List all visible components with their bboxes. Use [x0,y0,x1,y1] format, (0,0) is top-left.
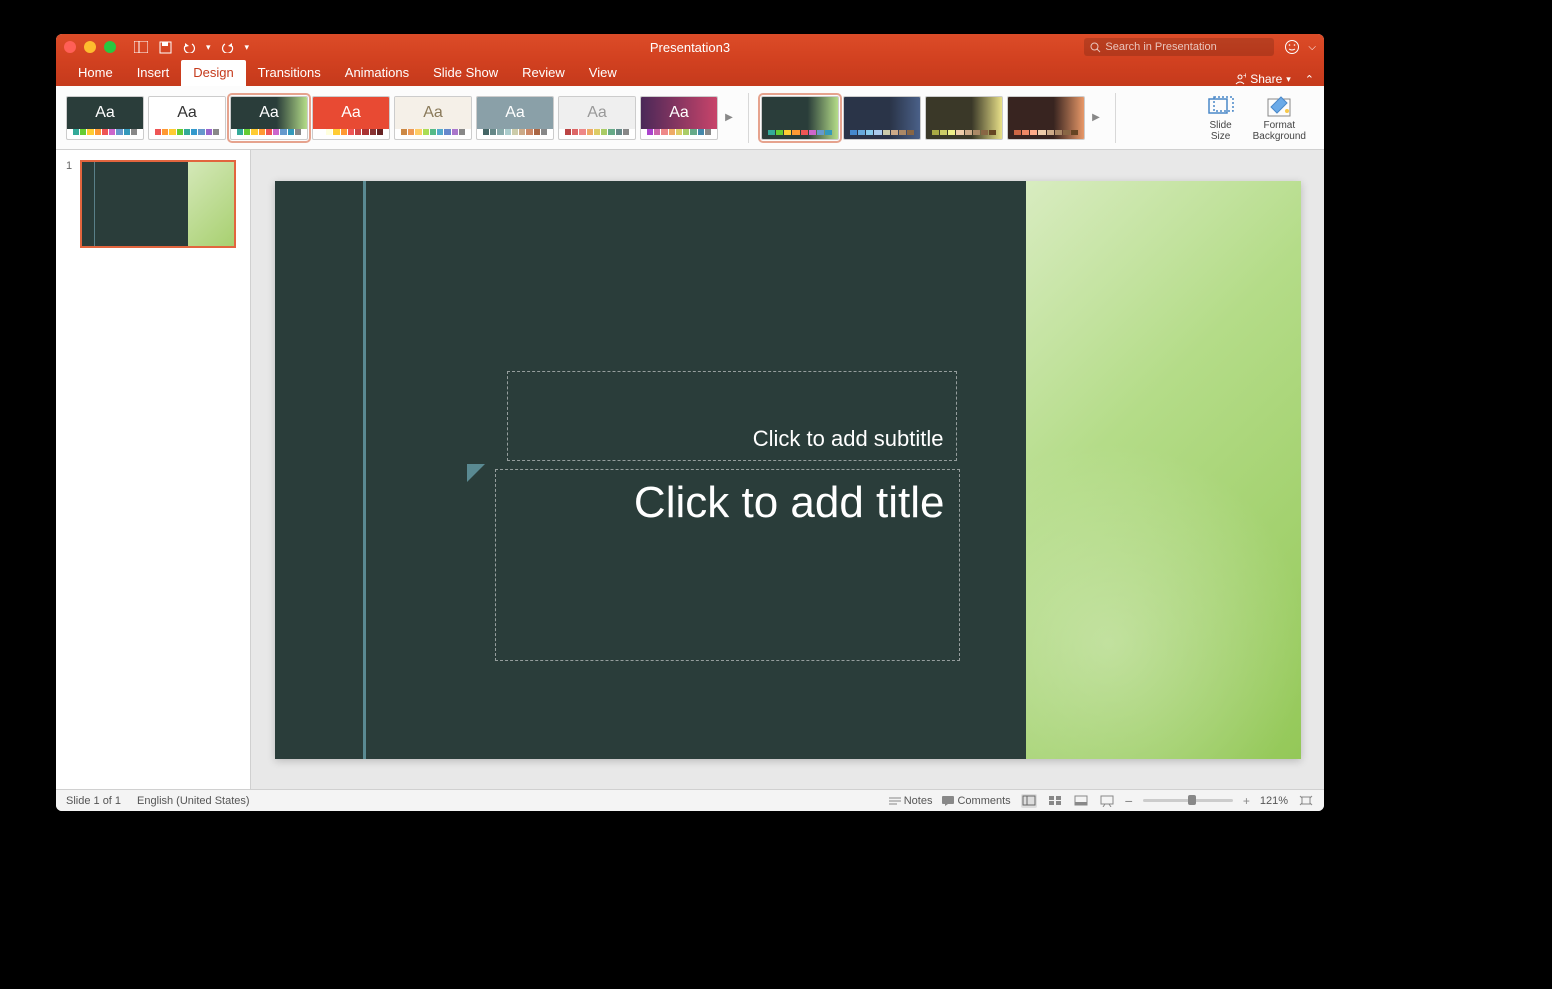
ribbon-divider [1115,93,1116,143]
status-bar: Slide 1 of 1 English (United States) Not… [56,789,1324,811]
slide-size-icon [1207,94,1235,118]
theme-option[interactable]: Aa [394,96,472,140]
tab-home[interactable]: Home [66,60,125,86]
quick-access-toolbar: ▾ ▾ [134,40,249,54]
theme-option[interactable]: Aa [476,96,554,140]
notes-icon [889,796,901,806]
ribbon-divider [748,93,749,143]
editor-body: 1 Click to add subtitle Click to add tit… [56,150,1324,789]
redo-icon[interactable] [221,40,235,54]
slide-thumbnail[interactable]: 1 [56,160,250,248]
reading-view-button[interactable] [1073,794,1089,808]
svg-text:+: + [1243,73,1246,80]
normal-view-button[interactable] [1021,794,1037,808]
close-window-button[interactable] [64,41,76,53]
format-background-icon [1265,94,1293,118]
tab-slide-show[interactable]: Slide Show [421,60,510,86]
theme-option[interactable]: Aa [640,96,718,140]
slide-vertical-line [363,181,366,759]
zoom-out-button[interactable]: − [1125,793,1133,809]
tab-animations[interactable]: Animations [333,60,421,86]
share-icon: + [1234,73,1246,85]
title-placeholder[interactable]: Click to add title [495,469,960,661]
tab-transitions[interactable]: Transitions [246,60,333,86]
variants-gallery [761,96,1085,140]
window-title: Presentation3 [650,40,730,55]
qat-customize-icon[interactable]: ▾ [245,42,250,53]
slide-accent-panel [1026,181,1301,759]
thumbnail-number: 1 [66,160,74,248]
slide-triangle-marker [467,464,485,482]
tab-insert[interactable]: Insert [125,60,182,86]
share-button[interactable]: + Share ▾ [1234,72,1295,86]
format-background-label: Format Background [1253,120,1306,142]
tab-review[interactable]: Review [510,60,577,86]
themes-more-icon[interactable]: ▶ [722,112,736,123]
tab-design[interactable]: Design [181,60,245,86]
ribbon-tabs: HomeInsertDesignTransitionsAnimationsSli… [56,60,1324,86]
feedback-dropdown-icon[interactable]: ⌵ [1308,42,1316,53]
variant-option[interactable] [925,96,1003,140]
slide-sorter-view-button[interactable] [1047,794,1063,808]
comments-icon [942,796,954,806]
sidebar-toggle-icon[interactable] [134,40,148,54]
feedback-icon[interactable] [1284,39,1302,55]
window-controls [64,41,116,53]
slide-canvas[interactable]: Click to add subtitle Click to add title [251,150,1324,789]
title-placeholder-text: Click to add title [634,478,945,529]
zoom-slider[interactable] [1143,799,1233,802]
format-background-button[interactable]: Format Background [1253,94,1306,142]
collapse-ribbon-icon[interactable]: ⌃ [1305,73,1314,86]
comments-button[interactable]: Comments [942,795,1010,807]
subtitle-placeholder[interactable]: Click to add subtitle [507,371,957,461]
app-window: ▾ ▾ Presentation3 Search in Presentation… [56,34,1324,811]
slide-size-label: Slide Size [1210,120,1232,142]
zoom-in-button[interactable]: + [1243,794,1250,808]
save-icon[interactable] [158,40,172,54]
search-placeholder: Search in Presentation [1105,41,1216,53]
theme-option[interactable]: Aa [66,96,144,140]
search-input[interactable]: Search in Presentation [1084,38,1274,56]
status-slide-counter: Slide 1 of 1 [66,795,121,807]
share-label: Share [1250,72,1282,86]
variants-more-icon[interactable]: ▶ [1089,112,1103,123]
thumbnail-preview [80,160,236,248]
zoom-window-button[interactable] [104,41,116,53]
ribbon: AaAaAaAaAaAaAaAa ▶ ▶ Slide Size Format B… [56,86,1324,150]
status-language[interactable]: English (United States) [137,795,250,807]
slide-thumbnails-panel: 1 [56,150,251,789]
variant-option[interactable] [761,96,839,140]
zoom-level[interactable]: 121% [1260,795,1288,807]
undo-icon[interactable] [182,40,196,54]
tab-view[interactable]: View [577,60,629,86]
slide: Click to add subtitle Click to add title [275,181,1301,759]
notes-button[interactable]: Notes [889,795,933,807]
variant-option[interactable] [843,96,921,140]
slide-size-button[interactable]: Slide Size [1207,94,1235,142]
slideshow-view-button[interactable] [1099,794,1115,808]
themes-gallery: AaAaAaAaAaAaAaAa [66,96,718,140]
theme-option[interactable]: Aa [148,96,226,140]
theme-option[interactable]: Aa [230,96,308,140]
undo-dropdown-icon[interactable]: ▾ [206,42,211,53]
titlebar: ▾ ▾ Presentation3 Search in Presentation… [56,34,1324,60]
variant-option[interactable] [1007,96,1085,140]
subtitle-placeholder-text: Click to add subtitle [753,426,944,452]
minimize-window-button[interactable] [84,41,96,53]
theme-option[interactable]: Aa [558,96,636,140]
fit-to-window-button[interactable] [1298,794,1314,808]
theme-option[interactable]: Aa [312,96,390,140]
